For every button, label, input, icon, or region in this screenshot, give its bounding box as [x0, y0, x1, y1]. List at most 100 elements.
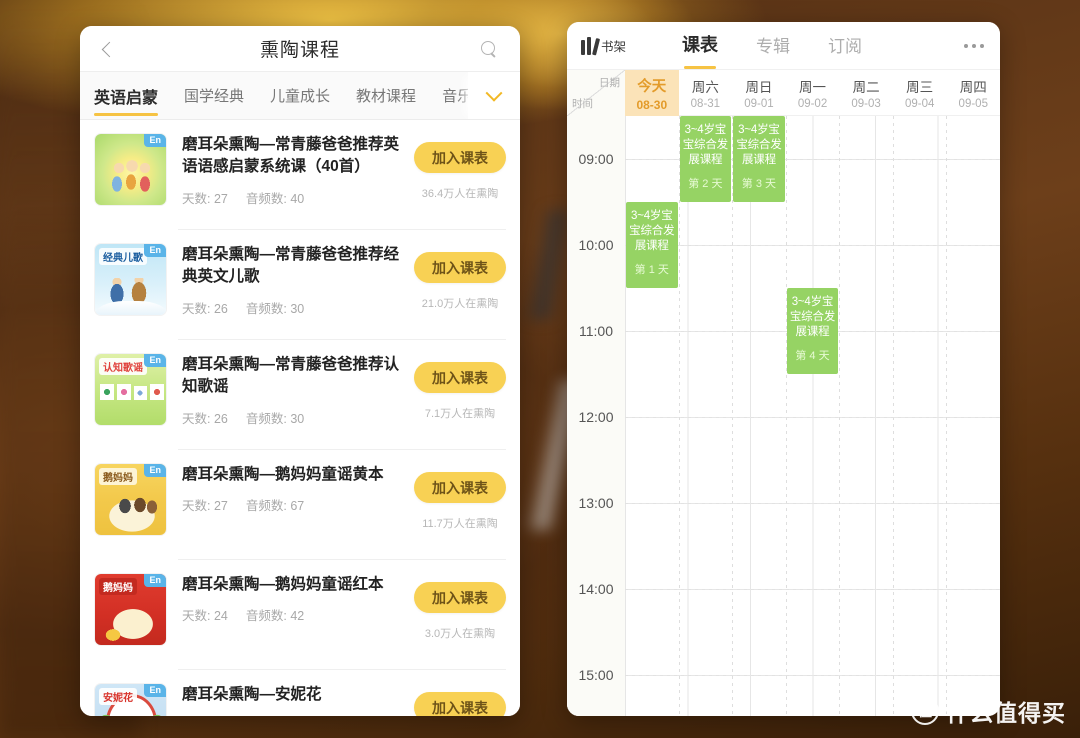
- time-slot-5: 14:00: [567, 546, 625, 632]
- day-date: 09-05: [958, 98, 988, 110]
- course-actions: 加入课表 7.1万人在熏陶: [414, 362, 506, 421]
- course-row[interactable]: 经典儿歌 En 磨耳朵熏陶—常青藤爸爸推荐经典英文儿歌天数: 26 音频数: 30 加入…: [80, 230, 520, 340]
- schedule-tab-1[interactable]: 专辑: [756, 32, 790, 60]
- course-list[interactable]: En 磨耳朵熏陶—常青藤爸爸推荐英语语感启蒙系统课（40首） 天数: 27 音频数: …: [80, 120, 520, 716]
- schedule-event[interactable]: 3~4岁宝宝综合发展课程第 2 天: [679, 116, 732, 202]
- join-schedule-button[interactable]: 加入课表: [414, 142, 506, 173]
- course-audio-count: 音频数: 30: [246, 298, 304, 317]
- schedule-panel: 书架 课表 专辑 订阅 日期 时间 今天 08-30 周六 08-31 周日 09-01 周一 0…: [567, 22, 1000, 716]
- bookshelf-button[interactable]: 书架: [581, 36, 626, 55]
- schedule-day-3[interactable]: 周一 09-02: [786, 70, 840, 116]
- schedule-event[interactable]: 3~4岁宝宝综合发展课程第 4 天: [786, 288, 839, 374]
- audio-label: 音频数:: [245, 499, 287, 514]
- schedule-day-0[interactable]: 今天 08-30: [625, 70, 679, 116]
- course-title: 磨耳朵熏陶—鹅妈妈童谣黄本: [182, 466, 384, 483]
- audio-label: 音频数:: [245, 191, 287, 206]
- english-badge: En: [144, 354, 166, 367]
- course-days: 天数: 26: [182, 298, 228, 317]
- course-title: 磨耳朵熏陶—常青藤爸爸推荐经典英文儿歌: [182, 246, 400, 286]
- course-row[interactable]: 认知歌谣 En 磨耳朵熏陶—常青藤爸爸推荐认知歌谣 天数: 26 音频数: 30 加入课表…: [80, 340, 520, 450]
- days-value: 27: [213, 499, 228, 514]
- days-value: 27: [213, 191, 228, 206]
- english-badge: En: [144, 134, 166, 147]
- course-thumbnail: 安妮花 En: [94, 683, 167, 716]
- search-button[interactable]: [472, 26, 506, 72]
- course-actions: 加入课表 21.0万人在熏陶: [414, 252, 506, 311]
- schedule-grid: 日期 时间 今天 08-30 周六 08-31 周日 09-01 周一 09-02 周二 09-0…: [567, 70, 1000, 716]
- screenshot-root: 熏陶课程 英语启蒙 国学经典 儿童成长 教材课程 音乐 En 磨耳朵熏陶—常青藤爸爸推荐英…: [0, 0, 1080, 738]
- audio-label: 音频数:: [245, 411, 287, 426]
- course-audio-count: 音频数: 60: [246, 715, 304, 716]
- days-label: 天数:: [182, 301, 211, 316]
- event-title: 3~4岁宝宝综合发展课程: [789, 296, 836, 339]
- join-schedule-button[interactable]: 加入课表: [414, 692, 506, 716]
- course-days: 天数: 27: [182, 188, 228, 207]
- schedule-event[interactable]: 3~4岁宝宝综合发展课程第 3 天: [733, 116, 785, 202]
- grid-vline: [678, 116, 680, 716]
- grid-vline: [892, 116, 894, 716]
- corner-date-label: 日期: [599, 77, 620, 89]
- course-title: 磨耳朵熏陶—常青藤爸爸推荐英语语感启蒙系统课（40首）: [182, 136, 400, 176]
- english-badge: En: [144, 244, 166, 257]
- time-slot-6: 15:00: [567, 632, 625, 716]
- course-row[interactable]: 鹅妈妈 En 磨耳朵熏陶—鹅妈妈童谣黄本 天数: 27 音频数: 67 加入课表 11.7万…: [80, 450, 520, 560]
- schedule-day-6[interactable]: 周四 09-05: [946, 70, 1000, 116]
- days-value: 26: [213, 411, 228, 426]
- course-title: 磨耳朵熏陶—安妮花: [182, 686, 322, 703]
- category-tab-0[interactable]: 英语启蒙: [80, 72, 171, 119]
- time-label: 11:00: [579, 323, 613, 339]
- day-date: 09-01: [744, 98, 774, 110]
- join-schedule-button[interactable]: 加入课表: [414, 252, 506, 283]
- course-days: 天数: 24: [182, 605, 228, 624]
- schedule-event[interactable]: 3~4岁宝宝综合发展课程第 1 天: [626, 202, 678, 288]
- days-label: 天数:: [182, 411, 211, 426]
- grid-hline: [625, 589, 1000, 590]
- day-name: 周六: [691, 80, 719, 95]
- learner-count: 11.7万人在熏陶: [422, 518, 498, 530]
- join-schedule-button[interactable]: 加入课表: [414, 362, 506, 393]
- schedule-day-5[interactable]: 周三 09-04: [893, 70, 947, 116]
- time-label: 15:00: [578, 667, 614, 683]
- join-schedule-button[interactable]: 加入课表: [414, 472, 506, 503]
- category-tab-3[interactable]: 教材课程: [343, 72, 429, 119]
- expand-categories-button[interactable]: [468, 72, 520, 119]
- learner-count: 21.0万人在熏陶: [421, 298, 499, 310]
- time-slot-1: 10:00: [567, 202, 625, 288]
- category-tab-bar: 英语启蒙 国学经典 儿童成长 教材课程 音乐: [80, 72, 520, 120]
- course-row[interactable]: 鹅妈妈 En 磨耳朵熏陶—鹅妈妈童谣红本 天数: 24 音频数: 42 加入课表 3.0万人…: [80, 560, 520, 670]
- course-actions: 加入课表 36.4万人在熏陶: [414, 142, 506, 201]
- back-button[interactable]: [92, 26, 126, 72]
- course-thumbnail: 经典儿歌 En: [94, 243, 167, 316]
- schedule-day-1[interactable]: 周六 08-31: [679, 70, 733, 116]
- schedule-tab-2[interactable]: 订阅: [828, 32, 862, 60]
- event-day-index: 第 2 天: [688, 177, 723, 190]
- schedule-body: 09:00 10:00 11:00 12:00 13:00 14:00 15:00 3~4岁…: [567, 116, 1000, 716]
- grid-hline: [625, 417, 1000, 418]
- bookshelf-label: 书架: [601, 40, 627, 54]
- course-days: 天数: 39: [182, 715, 228, 716]
- course-title: 磨耳朵熏陶—鹅妈妈童谣红本: [182, 576, 384, 593]
- event-day-index: 第 4 天: [795, 349, 830, 362]
- bookshelf-icon: [581, 36, 601, 55]
- more-options-button[interactable]: [964, 22, 984, 70]
- time-slot-0: 09:00: [567, 116, 625, 202]
- course-row[interactable]: 安妮花 En 磨耳朵熏陶—安妮花天数: 39 音频数: 60 加入课表3.2万人在熏陶: [80, 670, 520, 716]
- day-date: 08-30: [636, 97, 668, 112]
- day-name: 今天: [637, 78, 667, 95]
- schedule-day-2[interactable]: 周日 09-01: [732, 70, 786, 116]
- course-row[interactable]: En 磨耳朵熏陶—常青藤爸爸推荐英语语感启蒙系统课（40首） 天数: 27 音频数: …: [80, 120, 520, 230]
- audio-label: 音频数:: [245, 301, 287, 316]
- english-badge: En: [144, 684, 166, 697]
- grid-hline: [625, 503, 1000, 504]
- course-days: 天数: 27: [182, 495, 228, 514]
- english-badge: En: [144, 574, 166, 587]
- schedule-tab-0[interactable]: 课表: [682, 31, 718, 69]
- course-thumbnail: 鹅妈妈 En: [94, 463, 167, 536]
- category-tab-1[interactable]: 国学经典: [171, 72, 257, 119]
- schedule-event-area[interactable]: 3~4岁宝宝综合发展课程第 1 天 3~4岁宝宝综合发展课程第 2 天 3~4岁宝宝…: [625, 116, 1000, 716]
- schedule-day-4[interactable]: 周二 09-03: [839, 70, 893, 116]
- join-schedule-button[interactable]: 加入课表: [414, 582, 506, 613]
- days-value: 26: [213, 301, 228, 316]
- category-tab-2[interactable]: 儿童成长: [257, 72, 343, 119]
- audio-value: 40: [290, 191, 305, 206]
